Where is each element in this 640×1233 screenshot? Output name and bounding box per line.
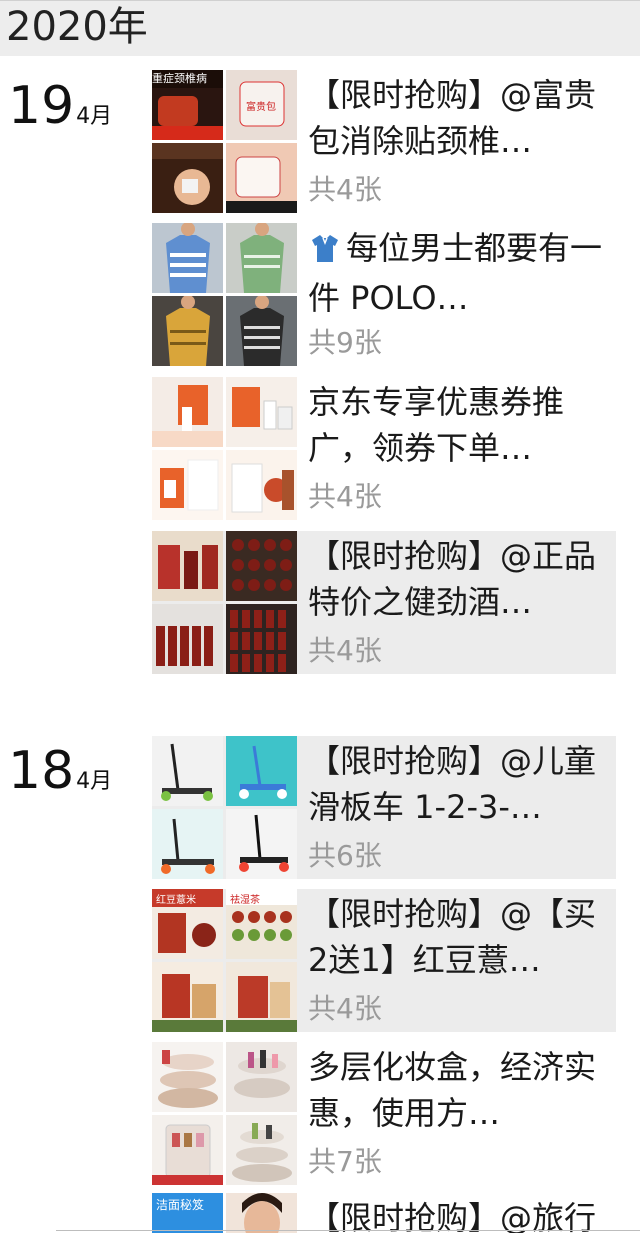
post-image[interactable] [226, 736, 297, 806]
post-image[interactable] [226, 1193, 297, 1233]
post-image[interactable] [152, 450, 223, 520]
year-label: 2020年 [6, 4, 148, 50]
image-count: 共9张 [308, 326, 382, 359]
month-label: 4月 [76, 104, 113, 129]
post-image[interactable]: 祛湿茶 [226, 889, 297, 959]
post-image[interactable] [152, 809, 223, 879]
image-count: 共4张 [308, 480, 382, 513]
post-title: 【限时抢购】@富贵包消除贴颈椎… [308, 76, 597, 160]
post-title: 【限时抢购】@正品特价之健劲酒… [308, 537, 597, 621]
post-title: 多层化妆盒，经济实惠，使用方… [308, 1048, 597, 1132]
post-title-text: 每位男士都要有一件 POLO… [308, 229, 603, 317]
post-title: 每位男士都要有一件 POLO… [308, 225, 610, 321]
post-image[interactable] [226, 450, 297, 520]
post-image[interactable] [152, 223, 223, 293]
post-image[interactable]: 红豆薏米 [152, 889, 223, 959]
image-count: 共7张 [308, 1145, 382, 1178]
post-item[interactable]: 【限时抢购】@正品特价之健劲酒… 共4张 [152, 531, 616, 674]
post-item[interactable]: 【限时抢购】@儿童滑板车 1-2-3-… 共6张 [152, 736, 616, 879]
post-image[interactable] [152, 531, 223, 601]
post-image[interactable] [226, 809, 297, 879]
post-image[interactable]: 洁面秘笈 [152, 1193, 223, 1233]
polo-shirt-icon [308, 229, 342, 275]
image-caption: 红豆薏米 [156, 895, 196, 906]
post-image[interactable] [226, 296, 297, 366]
post-image[interactable] [152, 962, 223, 1032]
month-label: 4月 [76, 769, 113, 794]
date-label-19: 194月 [8, 78, 112, 145]
post-thumbnails[interactable] [152, 736, 297, 879]
post-title: 【限时抢购】@【买2送1】红豆薏… [308, 895, 597, 979]
post-image[interactable] [152, 296, 223, 366]
image-count: 共4张 [308, 992, 382, 1025]
image-caption: 祛湿茶 [230, 895, 260, 906]
post-image[interactable] [226, 531, 297, 601]
post-image[interactable] [226, 1115, 297, 1185]
post-thumbnails[interactable]: 重症颈椎病 富贵包 [152, 70, 297, 213]
day-number: 19 [8, 76, 75, 136]
divider [56, 1230, 640, 1231]
image-caption: 洁面秘笈 [156, 1198, 205, 1212]
post-image[interactable] [152, 143, 223, 213]
post-item[interactable]: 多层化妆盒，经济实惠，使用方… 共7张 [152, 1042, 616, 1185]
image-count: 共4张 [308, 173, 382, 206]
post-image[interactable] [152, 1042, 223, 1112]
post-thumbnails[interactable] [152, 377, 297, 520]
post-image[interactable] [226, 143, 297, 213]
year-header: 2020年 [0, 0, 640, 56]
post-thumbnails[interactable] [152, 223, 297, 366]
post-image[interactable] [226, 962, 297, 1032]
post-item-partial[interactable]: 洁面秘笈 【限时抢购】@旅行 [152, 1193, 616, 1233]
post-thumbnails[interactable] [152, 531, 297, 674]
post-image[interactable] [226, 223, 297, 293]
post-item[interactable]: 重症颈椎病 富贵包 【限时抢购】@富贵包消除贴颈椎… 共4张 [152, 70, 616, 213]
post-item[interactable]: 京东专享优惠券推广，领券下单… 共4张 [152, 377, 616, 520]
image-count: 共4张 [308, 634, 382, 667]
post-image[interactable] [152, 736, 223, 806]
image-count: 共6张 [308, 839, 382, 872]
day-number: 18 [8, 741, 75, 801]
image-caption: 重症颈椎病 [152, 72, 207, 85]
post-item[interactable]: 红豆薏米 祛湿茶 【限时抢购】@【买2送1】红豆薏… 共4张 [152, 889, 616, 1032]
date-label-18: 184月 [8, 743, 112, 810]
post-image[interactable]: 富贵包 [226, 70, 297, 140]
post-image[interactable]: 重症颈椎病 [152, 70, 223, 140]
post-thumbnails[interactable] [152, 1042, 297, 1185]
post-image[interactable] [226, 604, 297, 674]
post-image[interactable] [152, 1115, 223, 1185]
post-thumbnails[interactable]: 红豆薏米 祛湿茶 [152, 889, 297, 1032]
post-image[interactable] [152, 604, 223, 674]
post-title: 【限时抢购】@儿童滑板车 1-2-3-… [308, 742, 597, 826]
image-caption: 富贵包 [246, 102, 276, 113]
post-title: 【限时抢购】@旅行 [308, 1199, 597, 1233]
post-image[interactable] [152, 377, 223, 447]
post-item[interactable]: 每位男士都要有一件 POLO… 共9张 [152, 223, 616, 366]
post-title: 京东专享优惠券推广，领券下单… [308, 383, 565, 467]
post-image[interactable] [226, 377, 297, 447]
post-image[interactable] [226, 1042, 297, 1112]
